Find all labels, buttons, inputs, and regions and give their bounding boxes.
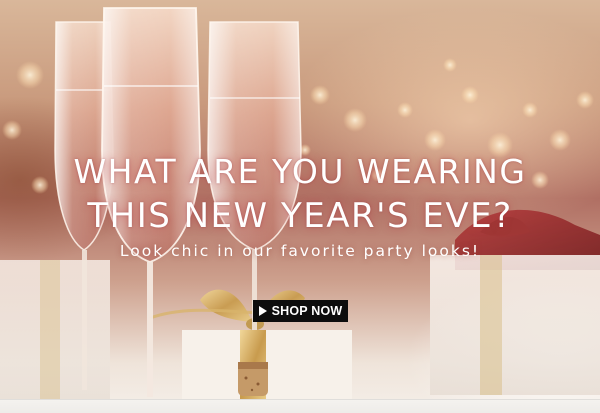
headline-line-1: WHAT ARE YOU WEARING (73, 152, 527, 191)
shop-now-label: SHOP NOW (271, 304, 343, 318)
new-years-eve-banner[interactable]: WHAT ARE YOU WEARING THIS NEW YEAR'S EVE… (0, 0, 600, 413)
headline-line-2: THIS NEW YEAR'S EVE? (87, 196, 513, 236)
bottom-divider (0, 399, 600, 413)
shop-now-button[interactable]: SHOP NOW (253, 300, 348, 322)
champagne-cork (238, 362, 268, 396)
subheadline: Look chic in our favorite party looks! (119, 242, 481, 260)
gift-box-right (430, 255, 600, 395)
play-icon (258, 306, 267, 316)
